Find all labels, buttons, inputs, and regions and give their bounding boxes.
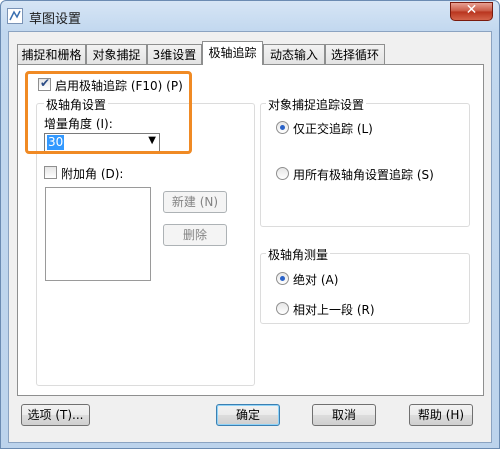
options-button[interactable]: 选项 (T)... — [21, 404, 90, 426]
tab-selection-cycling[interactable]: 选择循环 — [325, 44, 385, 64]
orthogonal-tracking-radio[interactable] — [276, 121, 289, 134]
ok-button[interactable]: 确定 — [216, 404, 280, 426]
radio-selected-dot — [280, 125, 285, 130]
additional-angle-checkbox[interactable] — [44, 166, 57, 179]
tab-3d-settings[interactable]: 3维设置 — [147, 44, 202, 64]
window-title: 草图设置 — [29, 12, 82, 27]
app-icon — [7, 8, 23, 24]
new-angle-button[interactable]: 新建 (N) — [163, 191, 227, 213]
relative-last-segment-radio[interactable] — [276, 302, 289, 315]
tab-snap-grid[interactable]: 捕捉和栅格 — [17, 44, 86, 64]
polar-angle-settings-label: 极轴角设置 — [44, 96, 109, 113]
snap-tracking-label: 对象捕捉追踪设置 — [266, 96, 367, 113]
all-polar-tracking-label: 用所有极轴角设置追踪 (S) — [293, 168, 434, 182]
polar-tracking-panel: ✔ 启用极轴追踪 (F10) (P) 极轴角设置 增量角度 (I): 30 ▼ … — [17, 64, 484, 396]
additional-angle-list[interactable] — [45, 187, 151, 281]
radio-selected-dot — [280, 276, 285, 281]
cancel-button[interactable]: 取消 — [312, 404, 376, 426]
relative-last-segment-label: 相对上一段 (R) — [293, 303, 375, 317]
tab-dynamic-input[interactable]: 动态输入 — [263, 44, 325, 64]
tab-polar-tracking[interactable]: 极轴追踪 — [202, 41, 263, 65]
tab-object-snap[interactable]: 对象捕捉 — [86, 44, 147, 64]
increment-angle-value: 30 — [47, 135, 65, 150]
close-button[interactable]: ✕ — [450, 2, 493, 21]
delete-angle-button[interactable]: 删除 — [163, 224, 227, 246]
help-button[interactable]: 帮助 (H) — [409, 404, 473, 426]
enable-polar-label: 启用极轴追踪 (F10) (P) — [55, 79, 183, 93]
enable-polar-checkbox[interactable]: ✔ — [38, 76, 51, 91]
absolute-radio[interactable] — [276, 272, 289, 285]
increment-angle-label: 增量角度 (I): — [44, 117, 113, 131]
chevron-down-icon[interactable]: ▼ — [148, 135, 156, 146]
draft-settings-dialog: 草图设置 ✕ 捕捉和栅格 对象捕捉 3维设置 极轴追踪 动态输入 选择循环 ✔ … — [0, 0, 500, 449]
absolute-label: 绝对 (A) — [293, 273, 339, 287]
check-mark-icon: ✔ — [40, 76, 51, 90]
additional-angle-label: 附加角 (D): — [61, 167, 124, 181]
dialog-client-area: 捕捉和栅格 对象捕捉 3维设置 极轴追踪 动态输入 选择循环 ✔ 启用极轴追踪 … — [8, 31, 492, 443]
title-bar[interactable]: 草图设置 ✕ — [1, 1, 499, 31]
close-icon: ✕ — [465, 2, 478, 18]
increment-angle-select[interactable]: 30 ▼ — [44, 133, 160, 153]
all-polar-tracking-radio[interactable] — [276, 167, 289, 180]
orthogonal-tracking-label: 仅正交追踪 (L) — [293, 122, 373, 136]
polar-measurement-label: 极轴角测量 — [266, 246, 331, 263]
